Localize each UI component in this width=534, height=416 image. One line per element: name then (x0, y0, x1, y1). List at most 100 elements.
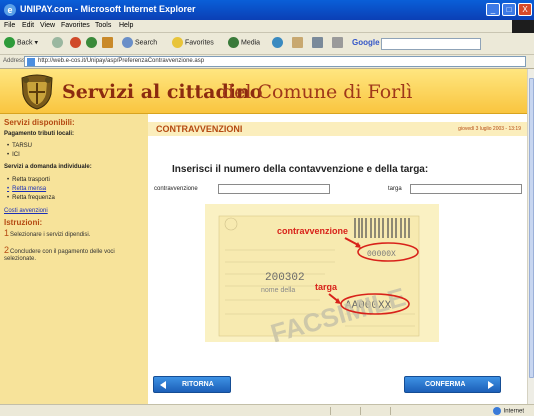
close-button[interactable]: X (518, 3, 532, 16)
plate-label: targa (388, 186, 402, 192)
fine-number-label: contravvenzione (154, 186, 198, 192)
plate-input[interactable] (410, 184, 522, 194)
window-titlebar: e UNIPAY.com - Microsoft Internet Explor… (0, 0, 534, 20)
google-search-input[interactable] (381, 38, 481, 50)
label-contravvenzione: contravvenzione (277, 226, 348, 236)
refresh-button[interactable] (86, 37, 99, 48)
menu-file[interactable]: File (4, 22, 15, 29)
step-2-number: 2 (4, 245, 10, 255)
sidebar-item-retta-mensa[interactable]: Retta mensa (7, 186, 46, 192)
search-label: Search (135, 39, 158, 47)
globe-icon (492, 407, 501, 415)
favorites-star-icon (172, 37, 183, 48)
search-button[interactable]: Search (122, 37, 157, 48)
web-page: Servizi al cittadino del Comune di Forlì… (0, 69, 527, 404)
arrow-right-icon (488, 381, 494, 389)
local-taxes-heading: Pagamento tributi locali: (4, 131, 75, 137)
arrow-left-icon (160, 381, 166, 389)
menu-help[interactable]: Help (119, 22, 133, 29)
step-2-text: Concludere con il pagamento delle voci s… (4, 249, 115, 262)
confirm-button[interactable]: CONFERMA (404, 376, 501, 393)
windows-flag-icon (512, 20, 534, 33)
services-heading: Servizi disponibili: (4, 118, 75, 127)
sidebar-item-retta-frequenza[interactable]: Retta frequenza (7, 195, 55, 201)
vertical-scrollbar[interactable] (527, 69, 534, 404)
instruction-prompt: Inserisci il numero della contavvenzione… (172, 164, 429, 175)
individual-services-heading: Servizi a domanda individuale: (4, 164, 92, 170)
menu-favorites[interactable]: Favorites (61, 22, 90, 29)
sidebar-item-retta-trasporti[interactable]: Retta trasporti (7, 177, 50, 183)
facsimile-ticket-image: 200302 nome della 00000X AA000XX FACSIMI… (205, 204, 439, 342)
ticket-code: 00000X (367, 250, 396, 259)
status-divider (330, 407, 331, 415)
section-header: CONTRAVVENZIONI giovedì 3 luglio 2003 - … (148, 122, 527, 136)
toolbar: Back ▾ Search Favorites Media Google (0, 33, 534, 55)
instruction-step-2: 2Concludere con il pagamento delle voci … (4, 245, 144, 263)
fine-number-input[interactable] (218, 184, 330, 194)
menu-view[interactable]: View (40, 22, 55, 29)
edit-button[interactable] (332, 37, 345, 48)
google-toolbar-logo: Google (352, 38, 380, 47)
address-bar: Address http://web.e-cos.it/Unipay/asp/P… (0, 55, 534, 69)
history-button[interactable] (272, 37, 285, 48)
stop-button[interactable] (70, 37, 83, 48)
page-title: CONTRAVVENZIONI (156, 124, 243, 134)
status-divider (360, 407, 361, 415)
ie-icon: e (4, 4, 16, 16)
media-icon (228, 37, 239, 48)
instructions-heading: Istruzioni: (4, 218, 43, 227)
media-button[interactable]: Media (228, 37, 260, 48)
minimize-button[interactable]: _ (486, 3, 500, 16)
mail-icon (292, 37, 303, 48)
menu-bar: File Edit View Favorites Tools Help (0, 20, 534, 33)
address-label: Address (3, 58, 26, 64)
address-url: http://web.e-cos.it/Unipay/asp/Preferenz… (38, 58, 205, 64)
status-divider (390, 407, 391, 415)
forward-button[interactable] (52, 37, 65, 48)
step-1-number: 1 (4, 228, 10, 238)
zone-label: Internet (503, 408, 524, 415)
menu-edit[interactable]: Edit (22, 22, 34, 29)
search-icon (122, 37, 133, 48)
media-label: Media (241, 39, 261, 47)
label-targa: targa (315, 282, 338, 292)
favorites-button[interactable]: Favorites (172, 37, 214, 48)
date-time: giovedì 3 luglio 2003 - 13:19 (458, 126, 521, 132)
fines-link[interactable]: Costi avvenzioni (4, 208, 48, 214)
edit-icon (332, 37, 343, 48)
home-icon (102, 37, 113, 48)
back-arrow-icon (4, 37, 15, 48)
stop-icon (70, 37, 81, 48)
site-banner: Servizi al cittadino del Comune di Forlì (0, 69, 527, 114)
back-button-ritorna[interactable]: RITORNA (153, 376, 231, 393)
refresh-icon (86, 37, 97, 48)
sidebar: Servizi disponibili: Pagamento tributi l… (0, 114, 148, 404)
back-label: Back (17, 39, 33, 47)
page-icon (27, 58, 35, 66)
status-bar: Internet (0, 404, 534, 416)
main-content: CONTRAVVENZIONI giovedì 3 luglio 2003 - … (148, 114, 527, 404)
ticket-name-line: nome della (261, 287, 295, 294)
history-icon (272, 37, 283, 48)
back-button[interactable]: Back ▾ (4, 37, 38, 48)
scrollbar-thumb[interactable] (529, 78, 534, 378)
menu-tools[interactable]: Tools (95, 22, 111, 29)
banner-subtitle: del Comune di Forlì (222, 81, 413, 103)
internet-zone: Internet (492, 407, 524, 415)
window-title: UNIPAY.com - Microsoft Internet Explorer (20, 4, 196, 14)
print-icon (312, 37, 323, 48)
forward-arrow-icon (52, 37, 63, 48)
coat-of-arms-icon (21, 74, 53, 110)
ritorna-label: RITORNA (182, 381, 214, 388)
ticket-number: 200302 (265, 272, 305, 284)
sidebar-item-ici[interactable]: ICI (7, 152, 20, 158)
address-input[interactable]: http://web.e-cos.it/Unipay/asp/Preferenz… (24, 56, 526, 67)
print-button[interactable] (312, 37, 325, 48)
maximize-button[interactable]: □ (502, 3, 516, 16)
mail-button[interactable] (292, 37, 305, 48)
sidebar-item-tarsu[interactable]: TARSU (7, 143, 32, 149)
home-button[interactable] (102, 37, 115, 48)
conferma-label: CONFERMA (425, 381, 466, 388)
step-1-text: Selezionare i servizi dipendisi. (10, 232, 91, 238)
favorites-label: Favorites (185, 39, 214, 47)
